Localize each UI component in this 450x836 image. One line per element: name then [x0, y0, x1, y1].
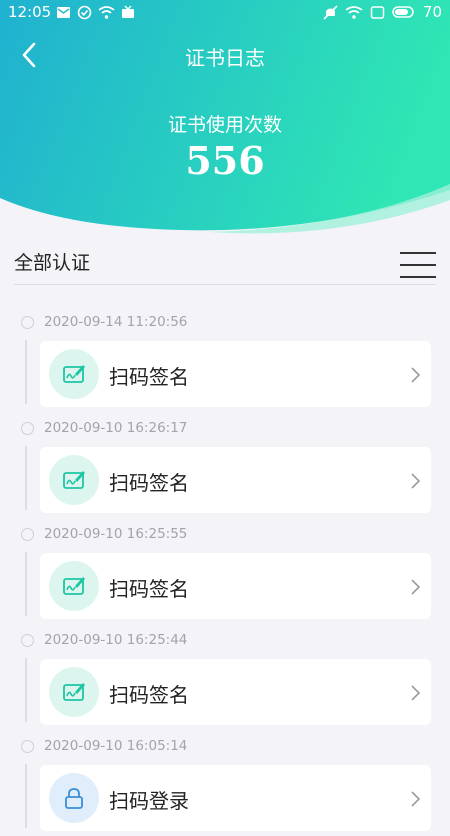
timeline-line [25, 340, 27, 404]
usage-count-label: 证书使用次数 [167, 114, 282, 136]
status-bar: 12:05 70 [0, 0, 450, 26]
timeline-line [25, 446, 27, 510]
filter-bar: 全部认证 [14, 248, 436, 285]
battery-level: 70 [422, 3, 442, 21]
log-entry-card[interactable]: 扫码签名 [40, 659, 431, 725]
page-title: 证书日志 [185, 46, 265, 70]
entry-label: 扫码签名 [109, 683, 189, 707]
mail-icon [57, 7, 70, 18]
entry-label: 扫码签名 [109, 577, 189, 601]
filter-label[interactable]: 全部认证 [14, 248, 90, 275]
chevron-right-icon [411, 579, 421, 595]
signature-icon [63, 471, 85, 489]
timeline-line [25, 552, 27, 616]
status-time: 12:05 [8, 3, 52, 21]
mute-icon [323, 4, 338, 20]
chevron-right-icon [411, 473, 421, 489]
log-entry-card[interactable]: 扫码签名 [40, 553, 431, 619]
timeline-line [25, 764, 27, 828]
tv-icon [122, 5, 134, 18]
signature-icon [63, 365, 85, 383]
entry-timestamp: 2020-09-10 16:26:17 [44, 420, 188, 436]
log-entry: 2020-09-10 16:26:17 扫码签名 [0, 412, 450, 518]
header: 12:05 70 证书日志 证书使用次数 556 [0, 0, 450, 240]
timeline-dot [21, 740, 34, 753]
timeline-dot [21, 528, 34, 541]
chevron-right-icon [411, 791, 421, 807]
screen-icon [370, 5, 385, 19]
wifi-icon [345, 5, 363, 19]
entry-icon-badge [49, 561, 99, 611]
entry-icon-badge [49, 349, 99, 399]
wifi-icon [98, 6, 115, 19]
lock-icon [65, 788, 83, 809]
entry-icon-badge [49, 667, 99, 717]
log-entry-card[interactable]: 扫码登录 [40, 765, 431, 831]
entry-timestamp: 2020-09-10 16:05:14 [44, 738, 188, 754]
log-list: 2020-09-14 11:20:56 扫码签名 2020-09-10 16:26:… [0, 306, 450, 836]
entry-icon-badge [49, 455, 99, 505]
entry-label: 扫码签名 [109, 365, 189, 389]
log-entry: 2020-09-10 16:25:55 扫码签名 [0, 518, 450, 624]
chevron-right-icon [411, 367, 421, 383]
timeline-dot [21, 422, 34, 435]
log-entry: 2020-09-10 16:25:44 扫码签名 [0, 624, 450, 730]
timeline-dot [21, 634, 34, 647]
signature-icon [63, 683, 85, 701]
entry-timestamp: 2020-09-10 16:25:44 [44, 632, 188, 648]
log-entry-card[interactable]: 扫码签名 [40, 341, 431, 407]
signature-icon [63, 577, 85, 595]
entry-timestamp: 2020-09-14 11:20:56 [44, 314, 188, 330]
log-entry: 2020-09-10 16:05:14 扫码登录 [0, 730, 450, 836]
menu-icon [400, 252, 436, 254]
filter-menu-button[interactable] [400, 250, 436, 280]
log-entry: 2020-09-14 11:20:56 扫码签名 [0, 306, 450, 412]
entry-label: 扫码签名 [109, 471, 189, 495]
entry-timestamp: 2020-09-10 16:25:55 [44, 526, 188, 542]
timeline-dot [21, 316, 34, 329]
battery-icon [392, 6, 414, 18]
usage-count-value: 556 [185, 138, 265, 183]
nav-bar: 证书日志 [0, 28, 450, 82]
chevron-right-icon [411, 685, 421, 701]
entry-icon-badge [49, 773, 99, 823]
log-entry-card[interactable]: 扫码签名 [40, 447, 431, 513]
check-circle-icon [77, 5, 92, 20]
timeline-line [25, 658, 27, 722]
